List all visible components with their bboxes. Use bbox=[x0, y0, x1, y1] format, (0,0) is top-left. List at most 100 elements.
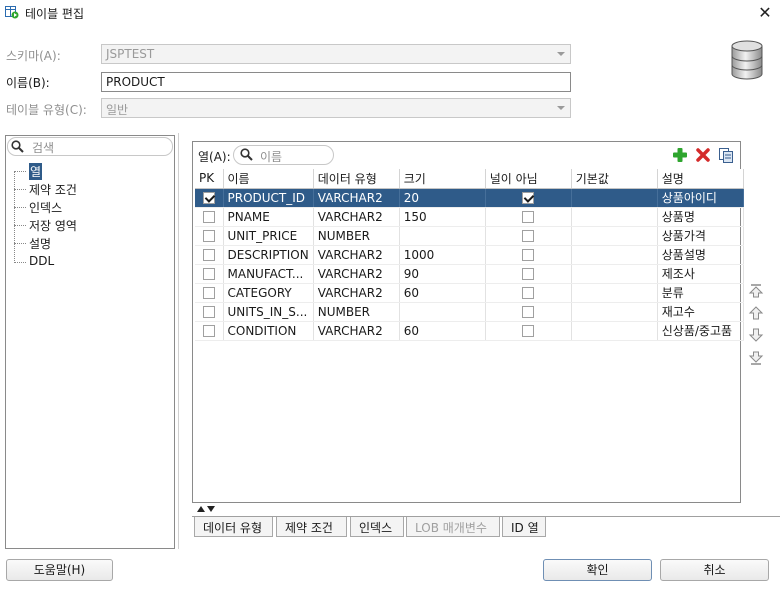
table-name-input[interactable]: PRODUCT bbox=[101, 72, 571, 92]
cell-default[interactable] bbox=[571, 264, 658, 284]
cell-comment[interactable]: 상품명 bbox=[657, 207, 744, 227]
cell-not-null[interactable] bbox=[485, 226, 572, 246]
cell-size[interactable]: 90 bbox=[399, 264, 486, 284]
cell-comment[interactable]: 제조사 bbox=[657, 264, 744, 284]
cell-not-null[interactable] bbox=[485, 245, 572, 265]
cancel-button[interactable]: 취소 bbox=[660, 559, 769, 581]
cell-not-null[interactable] bbox=[485, 321, 572, 341]
cell-pk[interactable] bbox=[195, 283, 224, 303]
cell-comment[interactable]: 상품설명 bbox=[657, 245, 744, 265]
move-up-icon[interactable] bbox=[748, 305, 764, 321]
tree-item-constraints[interactable]: 제약 조건 bbox=[29, 181, 77, 198]
cell-type[interactable]: VARCHAR2 bbox=[313, 321, 400, 341]
close-button[interactable]: ✕ bbox=[754, 2, 776, 24]
cell-pk[interactable] bbox=[195, 226, 224, 246]
column-header-comment[interactable]: 설명 bbox=[657, 169, 744, 189]
cell-not-null[interactable] bbox=[485, 283, 572, 303]
table-row[interactable]: UNIT_PRICE NUMBER 상품가격 bbox=[195, 226, 744, 246]
schema-select[interactable]: JSPTEST bbox=[101, 44, 571, 64]
cell-size[interactable] bbox=[399, 226, 486, 246]
cell-type[interactable]: VARCHAR2 bbox=[313, 188, 400, 208]
cell-size[interactable]: 60 bbox=[399, 321, 486, 341]
column-header-pk[interactable]: PK bbox=[195, 169, 224, 189]
move-down-icon[interactable] bbox=[748, 327, 764, 343]
cell-default[interactable] bbox=[571, 283, 658, 303]
cell-not-null[interactable] bbox=[485, 264, 572, 284]
not-null-checkbox[interactable] bbox=[522, 287, 535, 299]
not-null-checkbox[interactable] bbox=[522, 325, 535, 337]
pk-checkbox[interactable] bbox=[202, 268, 215, 280]
cell-comment[interactable]: 상품가격 bbox=[657, 226, 744, 246]
not-null-checkbox[interactable] bbox=[522, 211, 535, 223]
cell-name[interactable]: CONDITION bbox=[223, 321, 314, 341]
table-row[interactable]: UNITS_IN_S... NUMBER 재고수 bbox=[195, 302, 744, 322]
cell-not-null[interactable] bbox=[485, 188, 572, 208]
cell-name[interactable]: MANUFACT... bbox=[223, 264, 314, 284]
table-row[interactable]: MANUFACT... VARCHAR2 90 제조사 bbox=[195, 264, 744, 284]
cell-pk[interactable] bbox=[195, 321, 224, 341]
cell-name[interactable]: CATEGORY bbox=[223, 283, 314, 303]
help-button[interactable]: 도움말(H) bbox=[6, 559, 113, 581]
table-row[interactable]: DESCRIPTION VARCHAR2 1000 상품설명 bbox=[195, 245, 744, 265]
cell-size[interactable]: 60 bbox=[399, 283, 486, 303]
cell-type[interactable]: VARCHAR2 bbox=[313, 264, 400, 284]
cell-default[interactable] bbox=[571, 321, 658, 341]
tab-constraints[interactable]: 제약 조건 bbox=[276, 517, 347, 537]
cell-comment[interactable]: 재고수 bbox=[657, 302, 744, 322]
column-header-type[interactable]: 데이터 유형 bbox=[313, 169, 400, 189]
collapse-expand-icon[interactable] bbox=[196, 505, 216, 513]
ok-button[interactable]: 확인 bbox=[543, 559, 652, 581]
table-row[interactable]: PRODUCT_ID VARCHAR2 20 상품아이디 bbox=[195, 188, 744, 208]
cell-size[interactable]: 20 bbox=[399, 188, 486, 208]
copy-icon[interactable] bbox=[718, 147, 734, 163]
move-bottom-icon[interactable] bbox=[748, 350, 764, 366]
tree-item-columns[interactable]: 열 bbox=[29, 163, 43, 180]
cell-default[interactable] bbox=[571, 245, 658, 265]
cell-pk[interactable] bbox=[195, 302, 224, 322]
cell-name[interactable]: PNAME bbox=[223, 207, 314, 227]
cell-comment[interactable]: 신상품/중고품 bbox=[657, 321, 744, 341]
cell-type[interactable]: VARCHAR2 bbox=[313, 207, 400, 227]
cell-comment[interactable]: 분류 bbox=[657, 283, 744, 303]
table-row[interactable]: PNAME VARCHAR2 150 상품명 bbox=[195, 207, 744, 227]
cell-pk[interactable] bbox=[195, 207, 224, 227]
cell-type[interactable]: NUMBER bbox=[313, 302, 400, 322]
not-null-checkbox[interactable] bbox=[522, 230, 535, 242]
tree-item-ddl[interactable]: DDL bbox=[29, 254, 54, 268]
delete-icon[interactable] bbox=[695, 147, 711, 163]
cell-comment[interactable]: 상품아이디 bbox=[657, 188, 744, 208]
pk-checkbox[interactable] bbox=[202, 325, 215, 337]
pk-checkbox[interactable] bbox=[202, 306, 215, 318]
cell-default[interactable] bbox=[571, 188, 658, 208]
add-icon[interactable] bbox=[672, 147, 688, 163]
column-header-not-null[interactable]: 널이 아님 bbox=[485, 169, 572, 189]
pk-checkbox[interactable] bbox=[202, 192, 215, 204]
column-header-name[interactable]: 이름 bbox=[223, 169, 314, 189]
tree-item-storage[interactable]: 저장 영역 bbox=[29, 217, 77, 234]
table-row[interactable]: CONDITION VARCHAR2 60 신상품/중고품 bbox=[195, 321, 744, 341]
cell-default[interactable] bbox=[571, 302, 658, 322]
tree-search-input[interactable]: 검색 bbox=[7, 137, 173, 156]
tree-item-comment[interactable]: 설명 bbox=[29, 235, 51, 252]
pk-checkbox[interactable] bbox=[202, 249, 215, 261]
cell-type[interactable]: NUMBER bbox=[313, 226, 400, 246]
not-null-checkbox[interactable] bbox=[522, 192, 535, 204]
move-top-icon[interactable] bbox=[748, 283, 764, 299]
cell-not-null[interactable] bbox=[485, 207, 572, 227]
not-null-checkbox[interactable] bbox=[522, 306, 535, 318]
cell-size[interactable]: 1000 bbox=[399, 245, 486, 265]
cell-name[interactable]: PRODUCT_ID bbox=[223, 188, 314, 208]
splitter-divider[interactable] bbox=[178, 133, 182, 549]
table-type-select[interactable]: 일반 bbox=[101, 98, 571, 118]
pk-checkbox[interactable] bbox=[202, 230, 215, 242]
cell-size[interactable]: 150 bbox=[399, 207, 486, 227]
tab-indexes[interactable]: 인덱스 bbox=[350, 517, 404, 537]
tree-item-indexes[interactable]: 인덱스 bbox=[29, 199, 62, 216]
not-null-checkbox[interactable] bbox=[522, 249, 535, 261]
not-null-checkbox[interactable] bbox=[522, 268, 535, 280]
cell-pk[interactable] bbox=[195, 264, 224, 284]
tab-data-type[interactable]: 데이터 유형 bbox=[194, 517, 273, 537]
cell-size[interactable] bbox=[399, 302, 486, 322]
table-row[interactable]: CATEGORY VARCHAR2 60 분류 bbox=[195, 283, 744, 303]
cell-not-null[interactable] bbox=[485, 302, 572, 322]
